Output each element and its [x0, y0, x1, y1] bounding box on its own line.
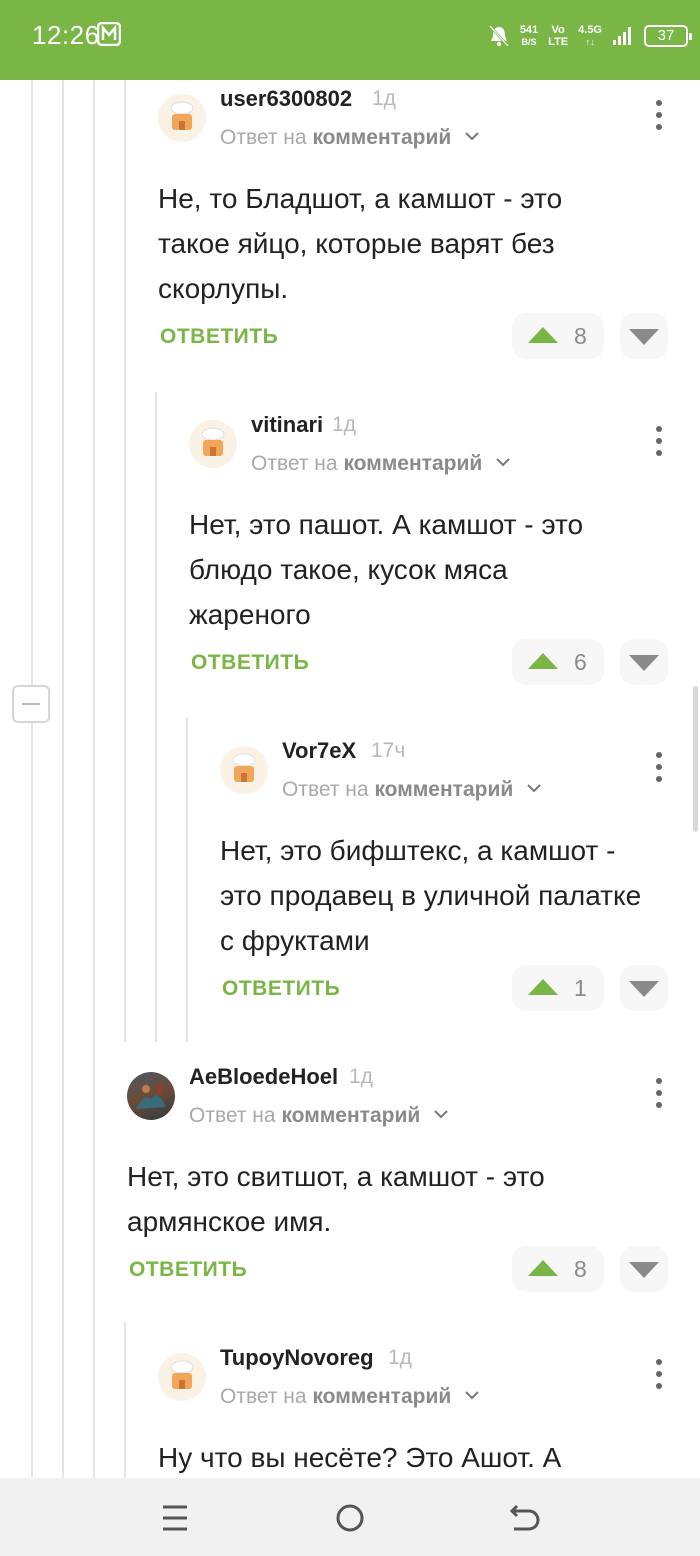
kebab-menu-icon[interactable]: [654, 1078, 664, 1110]
chevron-down-icon: [496, 458, 510, 467]
downvote-button[interactable]: [620, 965, 668, 1011]
thread-line: [62, 80, 64, 1478]
upvote-button[interactable]: 6: [512, 639, 604, 685]
upvote-button[interactable]: 8: [512, 1246, 604, 1292]
downvote-triangle-icon: [629, 1262, 659, 1278]
network-speed: 541 B/S: [519, 24, 539, 47]
downvote-button[interactable]: [620, 639, 668, 685]
comment-time: 1д: [349, 1065, 373, 1088]
chef-hat-house-icon: [170, 1360, 194, 1389]
kebab-menu-icon[interactable]: [654, 426, 664, 458]
kebab-menu-icon[interactable]: [654, 100, 664, 132]
chevron-down-icon: [465, 1391, 479, 1400]
signal-icon: [613, 27, 631, 45]
comment-time: 1д: [388, 1346, 412, 1369]
upvote-triangle-icon: [528, 979, 558, 995]
comment: user6300802 1д Ответ на комментарий Не, …: [158, 84, 678, 374]
upvote-triangle-icon: [528, 653, 558, 669]
thread-line: [124, 80, 126, 1042]
network-type: 4.5G ↑↓: [578, 24, 602, 47]
reply-to-link[interactable]: Ответ на комментарий: [220, 126, 479, 150]
chef-hat-house-icon: [232, 753, 256, 782]
reply-to-link[interactable]: Ответ на комментарий: [220, 1385, 479, 1409]
system-navigation-bar: [0, 1478, 700, 1556]
thread-line: [124, 1322, 126, 1478]
upvote-button[interactable]: 8: [512, 313, 604, 359]
scrollbar[interactable]: [693, 686, 698, 832]
home-icon[interactable]: [330, 1498, 370, 1538]
app-notification-icon: [97, 22, 121, 46]
downvote-button[interactable]: [620, 1246, 668, 1292]
recent-apps-icon[interactable]: [155, 1498, 195, 1538]
comment-time: 17ч: [371, 739, 406, 762]
reply-to-link[interactable]: Ответ на комментарий: [189, 1104, 448, 1128]
thread-line: [93, 80, 95, 1478]
vote-count: 6: [574, 649, 587, 675]
vote-count: 8: [574, 323, 587, 349]
downvote-triangle-icon: [629, 981, 659, 997]
comment: vitinari 1д Ответ на комментарий Нет, эт…: [189, 410, 679, 700]
downvote-button[interactable]: [620, 313, 668, 359]
chevron-down-icon: [465, 132, 479, 141]
avatar[interactable]: [189, 420, 237, 468]
comment-text: Не, то Бладшот, а камшот - это такое яйц…: [158, 183, 563, 304]
mute-notifications-icon: [488, 25, 509, 47]
thread-line: [31, 723, 33, 1478]
thread-line: [155, 392, 157, 1042]
comment-text: Ну что вы несёте? Это Ашот. А: [158, 1442, 562, 1473]
upvote-button[interactable]: 1: [512, 965, 604, 1011]
upvote-triangle-icon: [528, 327, 558, 343]
thread-line: [31, 80, 33, 685]
comment-time: 1д: [372, 87, 396, 110]
author-name[interactable]: TupoyNovoreg: [220, 1345, 374, 1371]
author-name[interactable]: vitinari: [251, 412, 323, 438]
avatar[interactable]: [158, 94, 206, 142]
volte-indicator: Vo LTE: [548, 24, 569, 48]
chef-hat-house-icon: [201, 427, 225, 456]
chevron-down-icon: [527, 784, 541, 793]
comment-text: Нет, это бифштекс, а камшот - это продав…: [220, 835, 642, 956]
thread-line: [186, 717, 188, 1042]
battery-icon: 37: [644, 25, 692, 47]
comment: TupoyNovoreg 1д Ответ на комментарий Ну …: [158, 1343, 678, 1478]
reply-button[interactable]: ОТВЕТИТЬ: [191, 651, 309, 675]
comment: AeBloedeHoel 1д Ответ на комментарий Нет…: [127, 1062, 679, 1307]
collapse-thread-button[interactable]: [12, 685, 50, 723]
chef-hat-house-icon: [170, 101, 194, 130]
comment-text: Нет, это пашот. А камшот - это блюдо так…: [189, 509, 584, 630]
user-photo-icon: [136, 1084, 166, 1109]
reply-button[interactable]: ОТВЕТИТЬ: [160, 325, 278, 349]
downvote-triangle-icon: [629, 655, 659, 671]
comment-text: Нет, это свитшот, а камшот - это армянск…: [127, 1161, 545, 1237]
avatar[interactable]: [127, 1072, 175, 1120]
upvote-triangle-icon: [528, 1260, 558, 1276]
author-name[interactable]: AeBloedeHoel: [189, 1064, 338, 1090]
reply-button[interactable]: ОТВЕТИТЬ: [222, 977, 340, 1001]
author-name[interactable]: Vor7eX: [282, 738, 356, 764]
comment: Vor7eX 17ч Ответ на комментарий Нет, это…: [220, 736, 680, 1026]
author-name[interactable]: user6300802: [220, 86, 352, 112]
comment-time: 1д: [332, 413, 356, 436]
vote-count: 8: [574, 1256, 587, 1282]
reply-to-link[interactable]: Ответ на комментарий: [251, 452, 510, 476]
downvote-triangle-icon: [629, 329, 659, 345]
reply-to-link[interactable]: Ответ на комментарий: [282, 778, 541, 802]
avatar[interactable]: [220, 746, 268, 794]
status-bar: 12:26 541 B/S Vo LTE 4.5G ↑↓ 37: [0, 0, 700, 80]
kebab-menu-icon[interactable]: [654, 752, 664, 784]
kebab-menu-icon[interactable]: [654, 1359, 664, 1391]
clock: 12:26: [32, 20, 100, 50]
chevron-down-icon: [434, 1110, 448, 1119]
reply-button[interactable]: ОТВЕТИТЬ: [129, 1258, 247, 1282]
vote-count: 1: [574, 975, 587, 1001]
back-icon[interactable]: [505, 1498, 545, 1538]
avatar[interactable]: [158, 1353, 206, 1401]
status-icons: 541 B/S Vo LTE 4.5G ↑↓ 37: [488, 18, 692, 54]
